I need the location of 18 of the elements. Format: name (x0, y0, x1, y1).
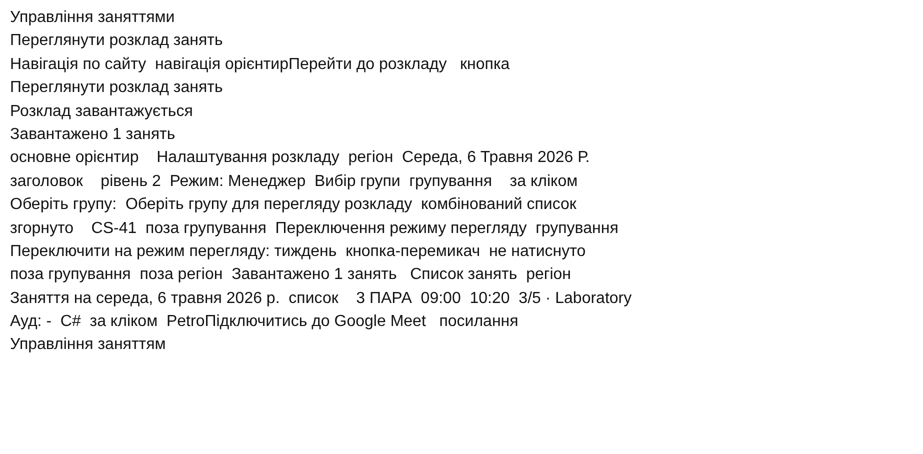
reader-text: Переглянути розклад занять (10, 31, 223, 52)
reader-text: Оберіть групу: Оберіть групу для перегляду розкладу комбінований список (10, 195, 576, 216)
reader-text: Розклад завантажується (10, 102, 193, 122)
reader-text: заголовок рівень 2 Режим: Менеджер Вибір групи групування за кліком (10, 172, 578, 192)
reader-text: основне орієнтир Налаштування розкладу регіон Середа, 6 Травня 2026 Р. (10, 148, 590, 168)
reader-text: Переключити на режим перегляду: тиждень кнопка-перемикач не натиснуто (10, 242, 586, 262)
reader-text: Підключитись до Google Meet посилання (204, 312, 520, 332)
reader-text: Заняття на середа, 6 травня 2026 р. список 3 ПАРА 09:00 10:20 3/5 · Laboratory (10, 288, 632, 309)
reader-text: Завантажено 1 занять (10, 124, 176, 145)
reader-text: Ауд: - C# за кліком (10, 312, 159, 332)
reader-text: згорнуто CS-41 поза групування Переключення режиму перегляду групування (10, 218, 618, 239)
reader-text: Переглянути розклад занять (10, 78, 223, 98)
reader-text: Управління заняттям (10, 335, 166, 356)
reader-text: Petro (165, 312, 205, 332)
reader-text: Перейти до розкладу кнопка (288, 54, 510, 75)
reader-text: поза групування поза регіон Завантажено 1 занять Список занять регіон (10, 265, 572, 286)
reader-text: Навігація по сайту навігація орієнтир (10, 54, 288, 75)
reader-text: Управління заняттями (10, 8, 175, 28)
